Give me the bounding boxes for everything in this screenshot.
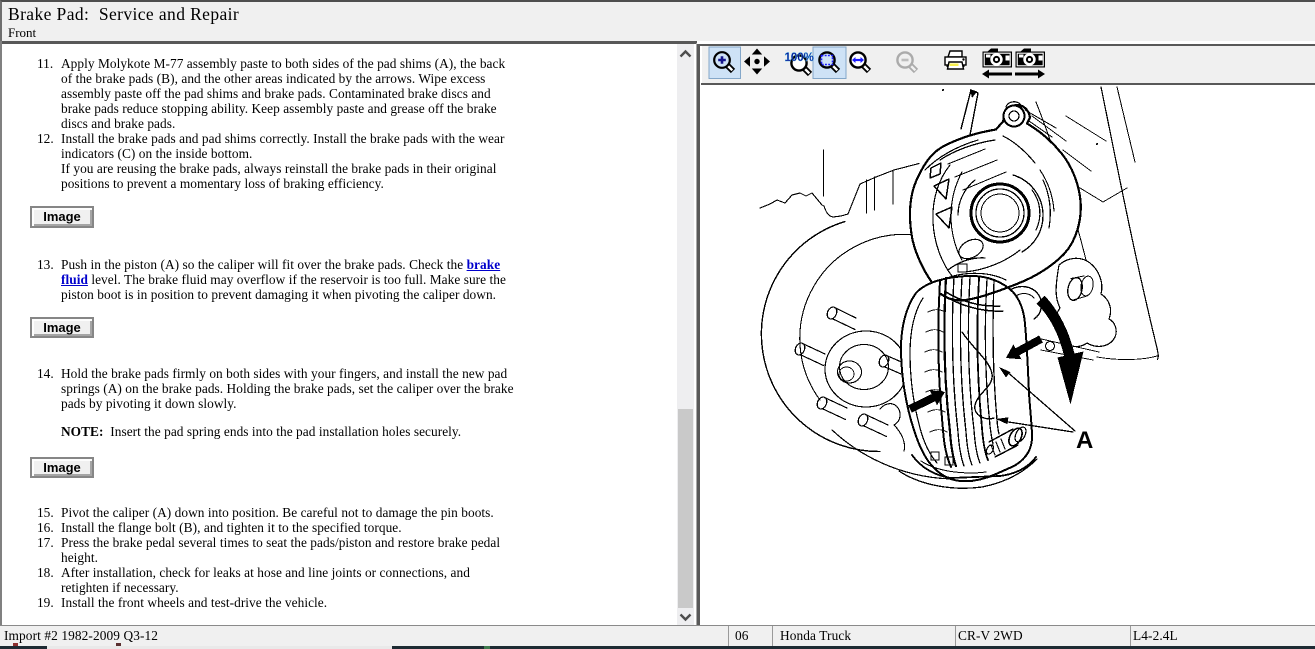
svg-text:100%: 100% — [785, 52, 814, 64]
svg-text:A: A — [1076, 427, 1093, 454]
